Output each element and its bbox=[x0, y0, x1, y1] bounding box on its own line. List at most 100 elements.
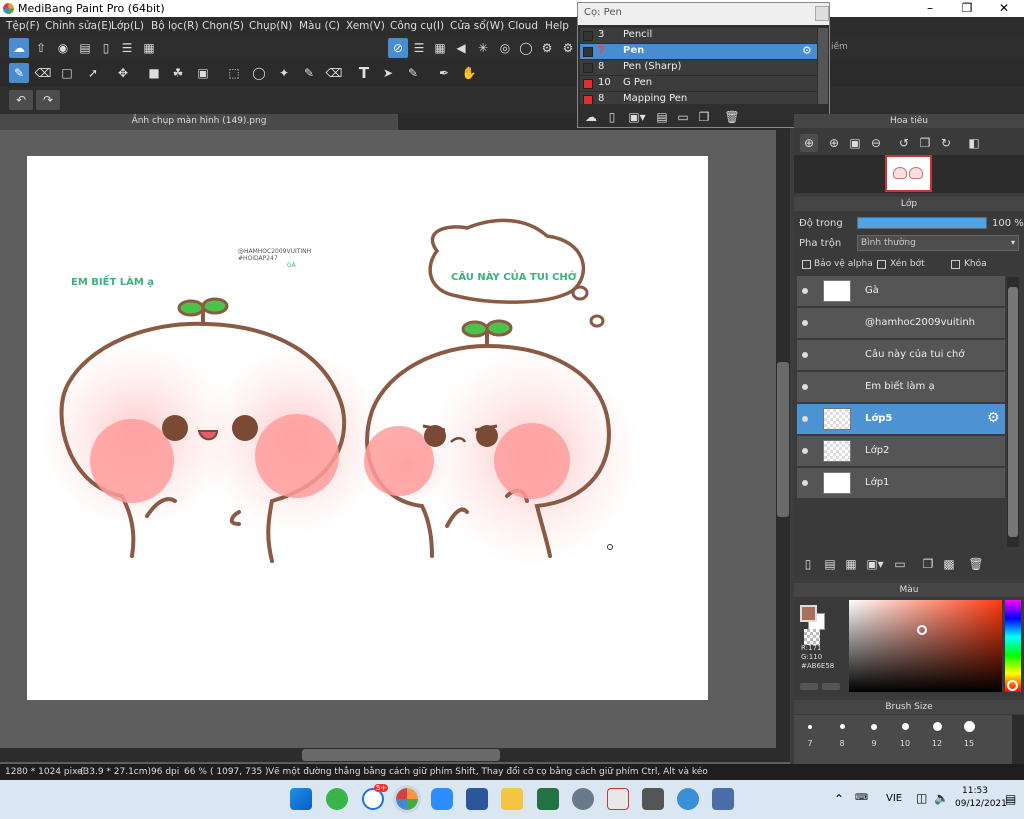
zoom-in-2-icon[interactable]: ⊕ bbox=[825, 134, 843, 152]
eye-icon[interactable] bbox=[802, 384, 808, 390]
layer-item[interactable]: Câu này của tui chớ bbox=[797, 340, 1005, 371]
medibang-icon[interactable] bbox=[393, 785, 421, 813]
blend-select[interactable]: Bình thường ▾ bbox=[857, 235, 1019, 251]
select-pen-icon[interactable]: ✎ bbox=[299, 63, 319, 83]
brush-duplicate-icon[interactable]: ❐ bbox=[694, 107, 714, 127]
gradient-icon[interactable]: ▣ bbox=[193, 63, 213, 83]
canvas-horizontal-scrollbar[interactable] bbox=[0, 748, 790, 762]
brush-size-option[interactable]: 15 bbox=[954, 721, 984, 748]
merge-layer-icon[interactable]: ▩ bbox=[939, 554, 959, 574]
layer-item[interactable]: @hamhoc2009vuitinh bbox=[797, 308, 1005, 339]
menu-edit[interactable]: Chỉnh sửa(E) bbox=[45, 20, 112, 32]
brush-item-pencil[interactable]: 3 Pencil bbox=[580, 28, 817, 43]
layer-item[interactable]: Em biết làm ạ bbox=[797, 372, 1005, 403]
circle-snap-icon[interactable]: ◎ bbox=[495, 38, 515, 58]
menu-file[interactable]: Tệp(F) bbox=[6, 20, 40, 32]
layer-item[interactable]: Gà bbox=[797, 276, 1005, 307]
layer-scroll-thumb[interactable] bbox=[1008, 287, 1018, 537]
color-saturation-picker[interactable] bbox=[849, 600, 1002, 692]
menu-select[interactable]: Chọn(S) bbox=[202, 20, 244, 32]
windows-start-icon[interactable] bbox=[290, 788, 312, 810]
brush-cloud-icon[interactable]: ☁ bbox=[581, 107, 601, 127]
notification-icon[interactable]: ▤ bbox=[1005, 792, 1016, 806]
navigator-preview[interactable] bbox=[885, 155, 932, 192]
settings-app-icon[interactable] bbox=[572, 788, 594, 810]
chevron-up-icon[interactable]: ⌃ bbox=[834, 792, 844, 806]
page-icon[interactable]: ▯ bbox=[96, 38, 116, 58]
opacity-slider[interactable] bbox=[857, 217, 987, 229]
foreground-color-swatch[interactable] bbox=[800, 605, 817, 622]
menu-view[interactable]: Xem(V) bbox=[346, 20, 385, 32]
menu-cloud[interactable]: Cloud bbox=[508, 20, 538, 32]
brush-popup-close[interactable] bbox=[815, 6, 829, 21]
rotate-right-icon[interactable]: ↻ bbox=[937, 134, 955, 152]
hand-tool-icon[interactable]: ✋ bbox=[459, 63, 479, 83]
settings-icon[interactable]: ⚙ bbox=[537, 38, 557, 58]
gear-icon[interactable]: ⚙ bbox=[558, 38, 578, 58]
brush-tool-icon[interactable]: ✎ bbox=[9, 63, 29, 83]
text-tool-icon[interactable]: T bbox=[354, 63, 374, 83]
file-explorer-icon[interactable] bbox=[501, 788, 523, 810]
dot-tool-icon[interactable]: □ bbox=[57, 63, 77, 83]
browser-icon[interactable] bbox=[677, 788, 699, 810]
coccoc-icon[interactable] bbox=[326, 788, 348, 810]
remote-desktop-icon[interactable] bbox=[712, 788, 734, 810]
undo-icon[interactable]: ↶ bbox=[9, 90, 33, 110]
brush-size-option[interactable]: 9 bbox=[859, 724, 889, 748]
menu-layer[interactable]: Lớp(L) bbox=[111, 20, 144, 32]
layer-item[interactable]: Lớp2 bbox=[797, 436, 1005, 467]
menu-filter[interactable]: Bộ lọc(R) bbox=[151, 20, 199, 32]
duplicate-layer-icon[interactable]: ❐ bbox=[918, 554, 938, 574]
menu-window[interactable]: Cửa sổ(W) bbox=[450, 20, 504, 32]
speaker-icon[interactable]: 🔈 bbox=[934, 791, 949, 805]
brush-item-mapping-pen[interactable]: 8 Mapping Pen bbox=[580, 92, 817, 104]
layer-settings-gear-icon[interactable]: ⚙ bbox=[987, 410, 1000, 426]
eye-icon[interactable] bbox=[802, 288, 808, 294]
grid-snap-icon[interactable]: ▦ bbox=[430, 38, 450, 58]
eye-icon[interactable] bbox=[802, 480, 808, 486]
select-rect-icon[interactable]: ⬚ bbox=[224, 63, 244, 83]
app-icon-red[interactable] bbox=[607, 788, 629, 810]
share-icon[interactable]: ⇧ bbox=[31, 38, 51, 58]
menu-tools[interactable]: Công cụ(I) bbox=[390, 20, 444, 32]
clipping-checkbox[interactable] bbox=[877, 260, 886, 269]
zoom-out-icon[interactable]: ⊖ bbox=[867, 134, 885, 152]
new-halftone-layer-icon[interactable]: ▤ bbox=[820, 554, 840, 574]
cloud-icon[interactable]: ☁ bbox=[9, 38, 29, 58]
close-icon[interactable]: ✕ bbox=[986, 0, 1022, 17]
eye-icon[interactable] bbox=[802, 416, 808, 422]
layer-item[interactable]: Lớp1 bbox=[797, 468, 1005, 499]
zalo-icon[interactable]: 5+ bbox=[362, 784, 389, 810]
redo-icon[interactable]: ↷ bbox=[36, 90, 60, 110]
zoom-app-icon[interactable] bbox=[431, 788, 453, 810]
comment-icon[interactable]: ▤ bbox=[75, 38, 95, 58]
brush-item-g-pen[interactable]: 10 G Pen bbox=[580, 76, 817, 91]
calculator-icon[interactable] bbox=[642, 788, 664, 810]
perspective-snap-icon[interactable]: ◀ bbox=[451, 38, 471, 58]
divide-tool-icon[interactable]: ✎ bbox=[403, 63, 423, 83]
fill-shape-icon[interactable]: ■ bbox=[144, 63, 164, 83]
lasso-icon[interactable]: ◯ bbox=[249, 63, 269, 83]
rotate-left-icon[interactable]: ↺ bbox=[895, 134, 913, 152]
eraser-tool-icon[interactable]: ⌫ bbox=[33, 63, 53, 83]
line-tool-icon[interactable]: ➚ bbox=[83, 63, 103, 83]
horizontal-scroll-thumb[interactable] bbox=[302, 749, 500, 761]
clock-time[interactable]: 11:53 bbox=[962, 786, 988, 796]
reset-icon[interactable]: ❐ bbox=[916, 134, 934, 152]
brush-size-option[interactable]: 10 bbox=[890, 723, 920, 748]
brush-settings-gear-icon[interactable]: ⚙ bbox=[802, 44, 812, 57]
layer-folder-icon[interactable]: ▭ bbox=[890, 554, 910, 574]
flip-icon[interactable]: ◧ bbox=[965, 134, 983, 152]
delete-layer-icon[interactable]: 🗑 bbox=[966, 554, 986, 574]
language-indicator[interactable]: VIE bbox=[886, 793, 902, 804]
vertical-scroll-thumb[interactable] bbox=[777, 362, 789, 517]
grid-icon[interactable]: ▦ bbox=[139, 38, 159, 58]
operation-tool-icon[interactable]: ➤ bbox=[378, 63, 398, 83]
layer-list-scrollbar[interactable] bbox=[1007, 277, 1019, 547]
select-eraser-icon[interactable]: ⌫ bbox=[324, 63, 344, 83]
fit-icon[interactable]: ▣ bbox=[846, 134, 864, 152]
network-icon[interactable]: ◫ bbox=[916, 791, 927, 805]
brush-add-icon[interactable]: ▣▾ bbox=[624, 107, 650, 127]
protect-alpha-checkbox[interactable] bbox=[802, 260, 811, 269]
new-layer-icon[interactable]: ▯ bbox=[798, 554, 818, 574]
